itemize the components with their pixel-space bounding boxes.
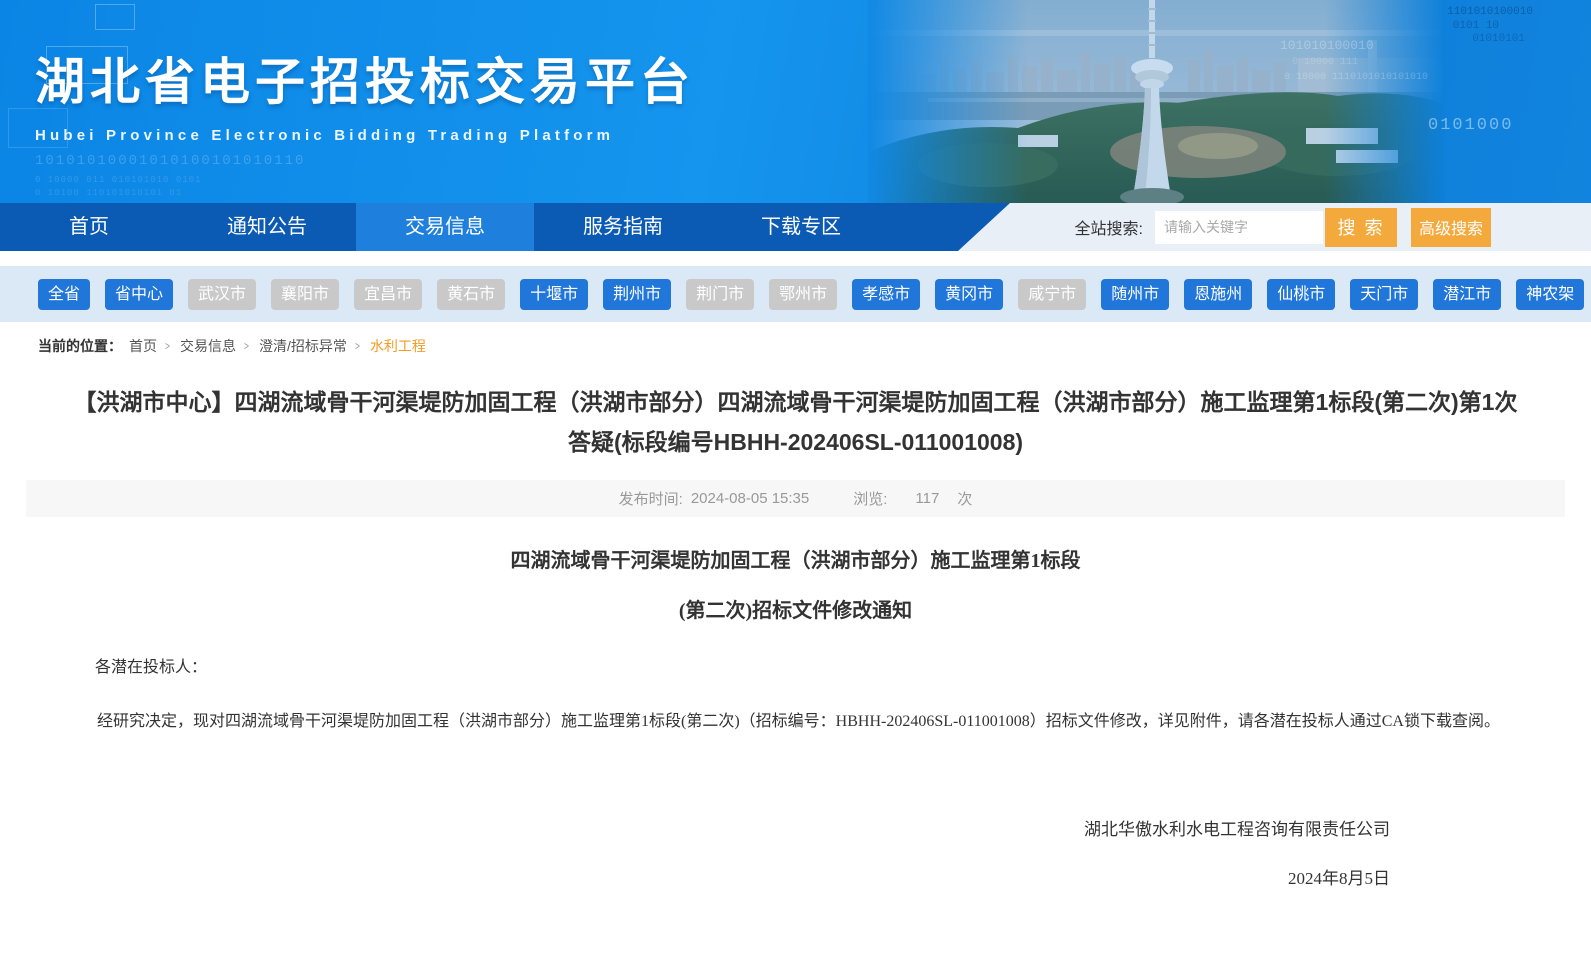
breadcrumb-link[interactable]: 首页	[129, 336, 157, 356]
binary-decoration: 0 10000 1110101010101010	[1284, 72, 1428, 83]
binary-decoration: 1101010100010	[1447, 6, 1533, 18]
binary-decoration: 0 10000 111	[1292, 57, 1358, 68]
site-subtitle: Hubei Province Electronic Bidding Tradin…	[35, 127, 695, 144]
views-unit: 次	[957, 488, 972, 509]
breadcrumb-item: 首页	[129, 336, 157, 356]
nav-menu: 首页 通知公告 交易信息 服务指南 下载专区	[0, 203, 1010, 251]
breadcrumb-link[interactable]: 澄清/招标异常	[259, 336, 347, 356]
advanced-search-button[interactable]: 高级搜索	[1411, 208, 1491, 247]
nav-item[interactable]: 首页	[0, 203, 178, 251]
region-filter-button[interactable]: 仙桃市	[1267, 279, 1335, 310]
region-filter-button[interactable]: 潜江市	[1433, 279, 1501, 310]
region-filter-button[interactable]: 全省	[38, 279, 90, 310]
document-title-line1: 四湖流域骨干河渠堤防加固工程（洪湖市部分）施工监理第1标段	[0, 544, 1591, 573]
breadcrumb-trail: 首页 > 交易信息 > 澄清/招标异常 > 水利工程	[122, 336, 426, 356]
breadcrumb-item: > 水利工程	[354, 336, 426, 356]
breadcrumb-link[interactable]: 水利工程	[370, 336, 426, 356]
document-title-line2: (第二次)招标文件修改通知	[0, 594, 1591, 623]
region-filter-button[interactable]: 十堰市	[520, 279, 588, 310]
breadcrumb-item: > 澄清/招标异常	[243, 336, 347, 356]
signature-block: 湖北华傲水利水电工程咨询有限责任公司 2024年8月5日	[65, 815, 1526, 889]
search-input[interactable]	[1155, 211, 1323, 244]
region-filter-button[interactable]: 荆门市	[686, 279, 754, 310]
region-filter-button[interactable]: 襄阳市	[271, 279, 339, 310]
nav-item[interactable]: 服务指南	[534, 203, 712, 251]
page: 10101010001010100101010110 0 10000 011 0…	[0, 0, 1591, 969]
views-count: 117	[915, 490, 939, 507]
region-filter-button[interactable]: 恩施州	[1184, 279, 1252, 310]
signature-company: 湖北华傲水利水电工程咨询有限责任公司	[65, 815, 1390, 840]
breadcrumb-separator: >	[165, 339, 170, 353]
breadcrumb-link[interactable]: 交易信息	[180, 336, 236, 356]
views-label: 浏览:	[853, 488, 887, 509]
nav-item[interactable]: 通知公告	[178, 203, 356, 251]
site-title: 湖北省电子招投标交易平台	[35, 42, 695, 114]
region-filter-button[interactable]: 随州市	[1101, 279, 1169, 310]
binary-decoration: 10101010001010100101010110	[35, 153, 305, 169]
binary-decoration: 0101 10	[1453, 20, 1499, 32]
binary-decoration: 01010101	[1472, 33, 1525, 45]
salutation: 各潜在投标人：	[65, 653, 1526, 677]
site-brand: 湖北省电子招投标交易平台 Hubei Province Electronic B…	[35, 42, 695, 144]
photo-fade-right	[1325, 0, 1445, 203]
deco-rect	[95, 4, 135, 30]
photo-fade-left	[868, 0, 1028, 203]
nav-item[interactable]: 交易信息	[356, 203, 534, 251]
region-filter-button[interactable]: 荆州市	[603, 279, 671, 310]
search-button[interactable]: 搜 索	[1325, 208, 1397, 247]
region-filter-button[interactable]: 孝感市	[852, 279, 920, 310]
region-filter-button[interactable]: 咸宁市	[1018, 279, 1086, 310]
publish-time-value: 2024-08-05 15:35	[691, 490, 809, 507]
document-body: 各潜在投标人： 经研究决定，现对四湖流域骨干河渠堤防加固工程（洪湖市部分）施工监…	[65, 653, 1526, 889]
region-filter-button[interactable]: 黄石市	[437, 279, 505, 310]
binary-decoration: 0 10100 110101010101 01	[35, 188, 182, 198]
region-filter-button[interactable]: 省中心	[105, 279, 173, 310]
region-filter-button[interactable]: 神农架	[1516, 279, 1584, 310]
breadcrumb: 当前的位置： 首页 > 交易信息 > 澄清/招标异常 >	[38, 336, 1591, 356]
publish-time-label: 发布时间:	[619, 488, 683, 509]
search-label: 全站搜索:	[1075, 215, 1143, 239]
notice-paragraph: 经研究决定，现对四湖流域骨干河渠堤防加固工程（洪湖市部分）施工监理第1标段(第二…	[65, 705, 1526, 739]
main-nav: 首页 通知公告 交易信息 服务指南 下载专区 全站搜索: 搜 索 高级搜索	[0, 203, 1591, 251]
site-header: 10101010001010100101010110 0 10000 011 0…	[0, 0, 1591, 203]
region-filter-button[interactable]: 天门市	[1350, 279, 1418, 310]
region-filter-button[interactable]: 武汉市	[188, 279, 256, 310]
binary-decoration: 0 10000 011 010101010 0101	[35, 175, 201, 185]
binary-decoration: 101010100010	[1280, 38, 1374, 53]
breadcrumb-separator: >	[355, 339, 360, 353]
nav-item[interactable]: 下载专区	[712, 203, 890, 251]
region-filter-bar: 全省 省中心 武汉市 襄阳市 宜昌市 黄石市 十堰市 荆州市 荆门市 鄂州市 孝…	[0, 266, 1591, 322]
binary-decoration: 0101000	[1428, 116, 1513, 135]
article-meta-bar: 发布时间: 2024-08-05 15:35 浏览: 117 次	[26, 480, 1565, 517]
region-filter-button[interactable]: 宜昌市	[354, 279, 422, 310]
region-filter-button[interactable]: 鄂州市	[769, 279, 837, 310]
breadcrumb-separator: >	[244, 339, 249, 353]
region-filter-button[interactable]: 黄冈市	[935, 279, 1003, 310]
page-title: 【洪湖市中心】四湖流域骨干河渠堤防加固工程（洪湖市部分）四湖流域骨干河渠堤防加固…	[63, 382, 1529, 462]
document-content: 四湖流域骨干河渠堤防加固工程（洪湖市部分）施工监理第1标段 (第二次)招标文件修…	[0, 544, 1591, 889]
site-search: 全站搜索: 搜 索 高级搜索	[1075, 203, 1491, 251]
breadcrumb-item: > 交易信息	[164, 336, 236, 356]
breadcrumb-label: 当前的位置：	[38, 336, 122, 356]
signature-date: 2024年8月5日	[65, 864, 1390, 889]
